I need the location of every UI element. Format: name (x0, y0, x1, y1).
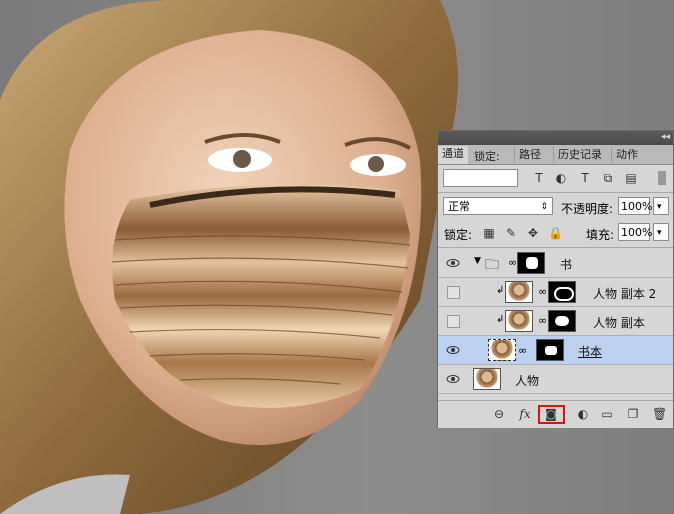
panel-title-bar[interactable]: ◂◂ (438, 131, 673, 145)
lock-position-icon[interactable]: ✥ (526, 226, 540, 240)
blend-mode-select[interactable]: 正常 ⇕ (443, 197, 553, 215)
layer-row-group[interactable]: ▼ 🗀 ∞ 书 (438, 249, 673, 278)
layer-row-book[interactable]: ∞ 书本 (438, 336, 673, 365)
visibility-off-box[interactable] (447, 315, 460, 328)
separator (438, 247, 673, 248)
visibility-eye-icon[interactable] (446, 344, 460, 356)
layer-mask-thumbnail[interactable] (548, 281, 576, 303)
layer-mask-thumbnail[interactable] (548, 310, 576, 332)
clip-arrow-icon: ↲ (496, 314, 505, 325)
tab-overlap-label: 锁定: (474, 150, 500, 163)
link-icon[interactable]: ∞ (508, 256, 517, 269)
lock-transparent-icon[interactable]: ▦ (482, 226, 496, 240)
lock-label: 锁定: (444, 228, 473, 242)
right-iris (368, 156, 384, 172)
adjustment-layer-icon[interactable]: ◐ (576, 407, 590, 421)
highlight-box (538, 405, 565, 424)
folder-icon: 🗀 (485, 257, 499, 273)
smart-filter-icon[interactable]: ▤ (624, 171, 638, 185)
type-filter-icon[interactable]: T (532, 171, 546, 185)
layer-name: 书 (560, 258, 573, 272)
tab-channels[interactable]: 通道 (438, 146, 468, 164)
tab-paths[interactable]: 路径 (514, 147, 545, 163)
layer-row-copy-2[interactable]: ↲ ∞ 人物 副本 2 (438, 278, 673, 307)
fill-dropdown[interactable]: ▾ (653, 223, 669, 241)
blend-row: 正常 ⇕ 不透明度: 100% ▾ (438, 194, 673, 218)
tab-actions[interactable]: 动作 (611, 147, 642, 163)
layer-mask-thumbnail[interactable] (536, 339, 564, 361)
text-filter-icon[interactable]: T (578, 171, 592, 185)
lock-all-icon[interactable]: 🔒 (548, 226, 563, 240)
layers-panel: ◂◂ 通道 路径 历史记录 动作 锁定: T ◐ T ⧉ ▤ 正常 ⇕ 不透明度:… (437, 130, 674, 428)
opacity-field[interactable]: 100% (618, 197, 652, 215)
left-iris (233, 150, 251, 168)
lock-row: 锁定: ▦ ✎ ✥ 🔒 填充: 100% ▾ (438, 220, 673, 244)
link-icon[interactable]: ∞ (538, 314, 547, 327)
panel-bottom-bar: ⊖ fx ◙ ◐ ▭ ❐ 🗑 (438, 400, 673, 428)
layer-thumbnail[interactable] (473, 368, 501, 390)
panel-tabs: 通道 路径 历史记录 动作 锁定: (438, 145, 673, 165)
layer-name: 人物 (515, 374, 540, 388)
separator (438, 192, 673, 193)
shape-filter-icon[interactable]: ⧉ (601, 171, 615, 185)
new-layer-icon[interactable]: ❐ (626, 407, 640, 421)
lock-pixels-icon[interactable]: ✎ (504, 226, 518, 240)
collapse-icon[interactable]: ◂◂ (661, 132, 670, 142)
visibility-eye-icon[interactable] (446, 257, 460, 269)
clip-arrow-icon: ↲ (496, 285, 505, 296)
blend-mode-value: 正常 (448, 200, 470, 213)
layer-mask-thumbnail[interactable] (517, 252, 545, 274)
fx-icon[interactable]: fx (518, 407, 532, 421)
new-group-icon[interactable]: ▭ (600, 407, 614, 421)
layer-thumbnail[interactable] (505, 310, 533, 332)
link-layers-icon[interactable]: ⊖ (492, 407, 506, 421)
layer-row-copy[interactable]: ↲ ∞ 人物 副本 (438, 307, 673, 336)
adjustment-filter-icon[interactable]: ◐ (554, 171, 568, 185)
opacity-dropdown[interactable]: ▾ (653, 197, 669, 215)
opacity-label: 不透明度: (561, 202, 614, 216)
layer-name: 书本 (578, 345, 603, 359)
visibility-off-box[interactable] (447, 286, 460, 299)
tab-history[interactable]: 历史记录 (553, 147, 606, 163)
fill-field[interactable]: 100% (618, 223, 652, 241)
filter-kind-select[interactable] (443, 169, 518, 187)
link-icon[interactable]: ∞ (538, 285, 547, 298)
link-icon[interactable]: ∞ (518, 344, 527, 357)
expand-arrow-icon[interactable]: ▼ (474, 256, 481, 266)
layer-name: 人物 副本 2 (593, 287, 657, 301)
chevron-down-icon: ⇕ (540, 202, 548, 212)
filter-toggle[interactable] (658, 171, 666, 185)
smart-object-thumbnail[interactable] (488, 339, 516, 361)
filter-row: T ◐ T ⧉ ▤ (438, 165, 673, 191)
layer-thumbnail[interactable] (505, 281, 533, 303)
trash-icon[interactable]: 🗑 (652, 407, 667, 421)
visibility-eye-icon[interactable] (446, 373, 460, 385)
layer-row-person[interactable]: 人物 (438, 365, 673, 394)
fill-label: 填充: (586, 228, 615, 242)
layer-name: 人物 副本 (593, 316, 645, 330)
